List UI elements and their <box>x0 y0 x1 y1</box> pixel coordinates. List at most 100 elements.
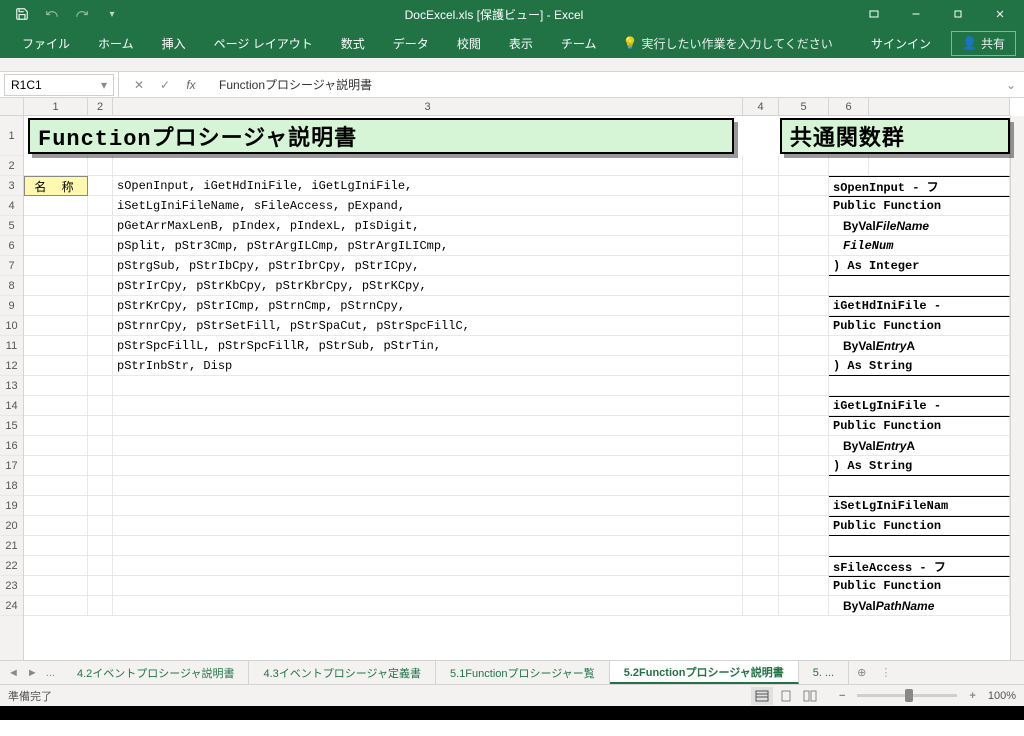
view-normal-icon[interactable] <box>751 687 773 705</box>
body-cell-21[interactable] <box>113 536 743 556</box>
cell[interactable] <box>743 256 779 276</box>
cell[interactable] <box>88 196 113 216</box>
cell[interactable] <box>88 476 113 496</box>
cell[interactable] <box>869 156 1010 176</box>
cell[interactable] <box>743 156 779 176</box>
body-cell-9[interactable]: pStrKrCpy, pStrICmp, pStrnCmp, pStrnCpy, <box>113 296 743 316</box>
insert-function-icon[interactable]: fx <box>179 75 203 95</box>
cell[interactable] <box>779 356 829 376</box>
share-button[interactable]: 👤 共有 <box>951 31 1016 56</box>
sheet-tab-1[interactable]: 4.3イベントプロシージャ定義書 <box>249 661 436 684</box>
body-cell-6[interactable]: pSplit, pStr3Cmp, pStrArgILCmp, pStrArgI… <box>113 236 743 256</box>
side-cell[interactable] <box>829 536 1010 556</box>
cell[interactable] <box>779 516 829 536</box>
formula-input[interactable]: Functionプロシージャ説明書 <box>211 76 998 93</box>
formula-bar-expand-icon[interactable]: ⌄ <box>998 78 1024 92</box>
view-page-break-icon[interactable] <box>799 687 821 705</box>
cell[interactable] <box>88 236 113 256</box>
side-cell[interactable]: Public Function <box>829 576 1010 596</box>
cell[interactable] <box>88 356 113 376</box>
col-header-1[interactable]: 1 <box>24 98 88 115</box>
cell[interactable] <box>88 276 113 296</box>
row-header-5[interactable]: 5 <box>0 216 23 236</box>
cell[interactable] <box>743 176 779 196</box>
row-header-1[interactable]: 1 <box>0 116 23 156</box>
cell[interactable] <box>88 456 113 476</box>
sheet-tab-0[interactable]: 4.2イベントプロシージャ説明書 <box>63 661 250 684</box>
row-header-15[interactable]: 15 <box>0 416 23 436</box>
col-header-2[interactable]: 2 <box>88 98 113 115</box>
close-icon[interactable] <box>980 2 1020 26</box>
cell[interactable] <box>743 336 779 356</box>
cell[interactable] <box>743 276 779 296</box>
side-cell[interactable]: ) As String <box>829 356 1010 376</box>
vertical-scrollbar[interactable] <box>1010 116 1024 660</box>
qat-customize-icon[interactable]: ▾ <box>98 2 126 26</box>
cell[interactable] <box>88 316 113 336</box>
body-cell-7[interactable]: pStrgSub, pStrIbCpy, pStrIbrCpy, pStrICp… <box>113 256 743 276</box>
row-header-22[interactable]: 22 <box>0 556 23 576</box>
sheet-tab-4[interactable]: 5. ... <box>799 661 849 684</box>
zoom-thumb[interactable] <box>905 689 913 702</box>
row-header-4[interactable]: 4 <box>0 196 23 216</box>
row-header-14[interactable]: 14 <box>0 396 23 416</box>
main-title-cell[interactable]: Functionプロシージャ説明書 <box>28 118 734 154</box>
cell[interactable] <box>779 476 829 496</box>
cell[interactable] <box>743 556 779 576</box>
cell[interactable] <box>24 356 88 376</box>
col-header-6[interactable]: 6 <box>829 98 869 115</box>
cell[interactable] <box>743 196 779 216</box>
side-cell[interactable]: sFileAccess - フ <box>829 556 1010 576</box>
cell[interactable] <box>743 476 779 496</box>
side-cell[interactable]: FileNum <box>829 236 1010 256</box>
cell[interactable] <box>779 496 829 516</box>
cell[interactable] <box>743 396 779 416</box>
row-header-10[interactable]: 10 <box>0 316 23 336</box>
cell[interactable] <box>779 316 829 336</box>
side-cell[interactable]: ByVal FileName <box>829 216 1010 236</box>
cell[interactable] <box>24 156 88 176</box>
undo-icon[interactable] <box>38 2 66 26</box>
tab-home[interactable]: ホーム <box>86 29 146 58</box>
tab-team[interactable]: チーム <box>549 29 609 58</box>
tab-review[interactable]: 校閲 <box>445 29 493 58</box>
side-title-cell[interactable]: 共通関数群 <box>780 118 1010 154</box>
side-cell[interactable]: ByVal Entry A <box>829 336 1010 356</box>
cell[interactable] <box>88 396 113 416</box>
cell[interactable] <box>88 156 113 176</box>
body-cell-11[interactable]: pStrSpcFillL, pStrSpcFillR, pStrSub, pSt… <box>113 336 743 356</box>
body-cell-23[interactable] <box>113 576 743 596</box>
tell-me-search[interactable]: 💡 実行したい作業を入力してください <box>612 35 842 52</box>
cell[interactable] <box>88 436 113 456</box>
cell[interactable] <box>88 576 113 596</box>
side-cell[interactable]: ) As Integer <box>829 256 1010 276</box>
cell[interactable] <box>24 316 88 336</box>
row-header-6[interactable]: 6 <box>0 236 23 256</box>
cell[interactable] <box>24 576 88 596</box>
cell[interactable] <box>779 336 829 356</box>
zoom-slider[interactable] <box>857 694 957 697</box>
cell[interactable] <box>743 316 779 336</box>
col-header-7[interactable] <box>869 98 1010 115</box>
body-cell-18[interactable] <box>113 476 743 496</box>
cell[interactable] <box>24 336 88 356</box>
row-header-18[interactable]: 18 <box>0 476 23 496</box>
row-header-12[interactable]: 12 <box>0 356 23 376</box>
cell[interactable] <box>24 276 88 296</box>
enter-formula-icon[interactable]: ✓ <box>153 75 177 95</box>
side-cell[interactable] <box>829 376 1010 396</box>
side-cell[interactable] <box>829 276 1010 296</box>
zoom-out-button[interactable]: − <box>835 690 849 702</box>
cell[interactable] <box>779 556 829 576</box>
cell[interactable] <box>734 116 780 156</box>
tab-nav-prev-icon[interactable]: ◄ <box>6 667 21 679</box>
tab-data[interactable]: データ <box>381 29 441 58</box>
body-cell-16[interactable] <box>113 436 743 456</box>
row-header-9[interactable]: 9 <box>0 296 23 316</box>
row-header-21[interactable]: 21 <box>0 536 23 556</box>
body-cell-10[interactable]: pStrnrCpy, pStrSetFill, pStrSpaCut, pStr… <box>113 316 743 336</box>
cell[interactable] <box>24 536 88 556</box>
name-box-dropdown-icon[interactable]: ▾ <box>101 78 107 92</box>
body-cell-14[interactable] <box>113 396 743 416</box>
side-cell[interactable]: iGetLgIniFile - <box>829 396 1010 416</box>
